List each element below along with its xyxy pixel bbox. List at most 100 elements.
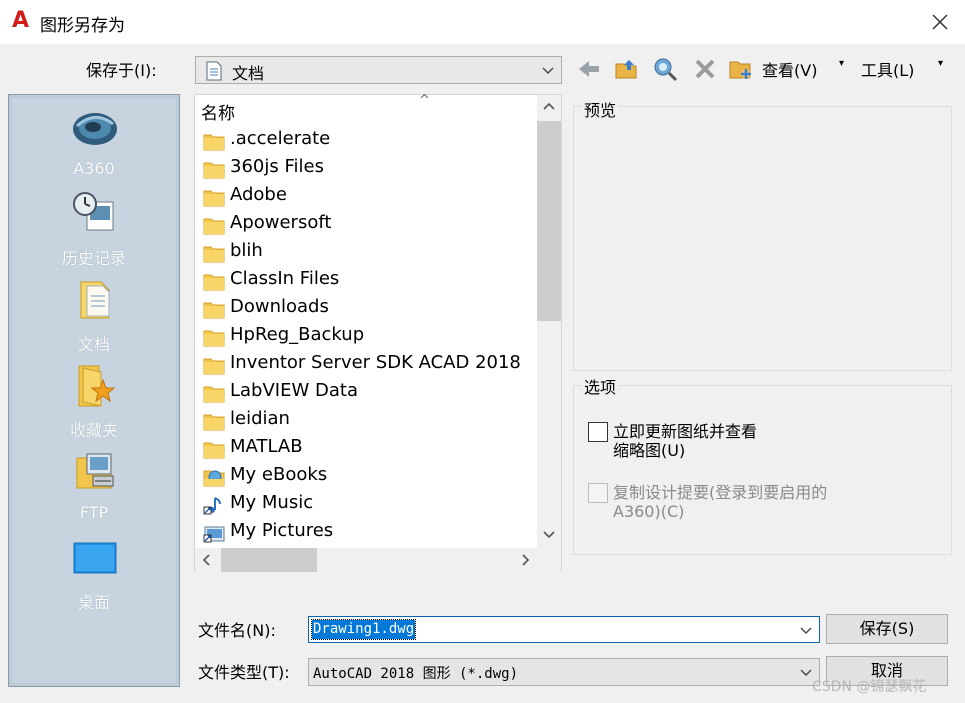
vertical-scrollbar[interactable] xyxy=(537,95,561,548)
scroll-left-icon[interactable] xyxy=(195,548,219,572)
documents-icon xyxy=(80,281,110,319)
copy-design-label: 复制设计提要(登录到要启用的 A360)(C) xyxy=(613,483,828,521)
place-ftp[interactable]: FTP xyxy=(12,446,176,532)
folder-icon xyxy=(203,386,225,403)
filetype-label: 文件类型(T): xyxy=(198,663,290,682)
save-button[interactable]: 保存(S) xyxy=(826,614,948,644)
copy-design-checkbox xyxy=(588,483,608,503)
place-desktop[interactable]: 桌面 xyxy=(12,532,176,618)
ebooks-folder-icon xyxy=(203,470,225,487)
pictures-shortcut-icon xyxy=(203,526,225,543)
location-dropdown[interactable]: 文档 xyxy=(195,56,562,84)
save-in-label: 保存于(I): xyxy=(86,61,157,80)
filetype-dropdown[interactable]: AutoCAD 2018 图形 (*.dwg) xyxy=(308,658,820,686)
scroll-up-icon[interactable] xyxy=(537,95,561,119)
new-folder-icon[interactable] xyxy=(728,56,754,82)
delete-icon[interactable] xyxy=(692,56,718,82)
up-folder-icon[interactable] xyxy=(614,56,640,82)
folder-icon xyxy=(203,190,225,207)
preview-title: 预览 xyxy=(582,97,619,121)
update-thumbnail-label[interactable]: 立即更新图纸并查看 缩略图(U) xyxy=(613,422,757,460)
column-header-name[interactable]: 名称 xyxy=(201,99,235,124)
favorites-icon xyxy=(78,365,116,407)
tools-dropdown-icon[interactable]: ▾ xyxy=(938,58,943,69)
options-title: 选项 xyxy=(582,374,619,398)
folder-icon xyxy=(203,218,225,235)
options-group xyxy=(573,385,952,555)
close-icon[interactable] xyxy=(926,8,954,36)
chevron-down-icon[interactable] xyxy=(799,623,813,637)
file-name: My eBooks xyxy=(230,464,328,485)
tools-menu[interactable]: 工具(L) xyxy=(861,57,914,81)
view-dropdown-icon[interactable]: ▾ xyxy=(839,58,844,69)
file-name: Downloads xyxy=(230,296,329,317)
list-item[interactable]: Adobe xyxy=(203,183,533,211)
filetype-value: AutoCAD 2018 图形 (*.dwg) xyxy=(313,666,519,682)
chevron-down-icon xyxy=(800,669,812,676)
scrollbar-corner xyxy=(537,548,561,572)
list-item[interactable]: My eBooks xyxy=(203,463,533,491)
folder-icon xyxy=(203,358,225,375)
list-item[interactable]: HpReg_Backup xyxy=(203,323,533,351)
file-name: My Music xyxy=(230,492,314,513)
sort-ascending-icon: ^ xyxy=(419,93,430,108)
folder-icon xyxy=(203,302,225,319)
update-thumbnail-checkbox[interactable] xyxy=(588,422,608,442)
scroll-right-icon[interactable] xyxy=(513,548,537,572)
desktop-icon xyxy=(73,542,117,574)
list-item[interactable]: ClassIn Files xyxy=(203,267,533,295)
vertical-scroll-thumb[interactable] xyxy=(537,121,561,321)
list-item[interactable]: My Music xyxy=(203,491,533,519)
title-bar: A 图形另存为 xyxy=(0,0,965,44)
folder-icon xyxy=(203,414,225,431)
file-name: Apowersoft xyxy=(230,212,332,233)
horizontal-scroll-thumb[interactable] xyxy=(221,548,317,572)
file-name: Adobe xyxy=(230,184,287,205)
location-value: 文档 xyxy=(232,64,265,83)
folder-icon xyxy=(203,134,225,151)
list-item[interactable]: Downloads xyxy=(203,295,533,323)
list-item[interactable]: LabVIEW Data xyxy=(203,379,533,407)
back-icon[interactable] xyxy=(576,56,602,82)
file-name: LabVIEW Data xyxy=(230,380,358,401)
file-name: Inventor Server SDK ACAD 2018 xyxy=(230,352,521,373)
list-item[interactable]: .accelerate xyxy=(203,127,533,155)
places-bar: A360 历史记录 文档 收藏夹 FTP 桌面 xyxy=(8,94,180,687)
list-item[interactable]: blih xyxy=(203,239,533,267)
filename-value: Drawing1.dwg xyxy=(310,619,417,640)
list-item[interactable]: My Pictures xyxy=(203,519,533,547)
file-name: My Pictures xyxy=(230,520,334,541)
history-icon xyxy=(73,192,114,231)
list-item[interactable]: leidian xyxy=(203,407,533,435)
filename-label: 文件名(N): xyxy=(198,621,276,640)
horizontal-scrollbar[interactable] xyxy=(195,548,537,572)
watermark: CSDN @锦瑟飘花 xyxy=(812,679,927,695)
place-a360[interactable]: A360 xyxy=(12,102,176,188)
document-icon xyxy=(206,61,222,81)
filename-input[interactable]: Drawing1.dwg xyxy=(308,616,820,643)
file-name: .accelerate xyxy=(230,128,331,149)
file-list[interactable]: 名称 ^ .accelerate 360js Files Adobe Apowerso… xyxy=(194,93,562,572)
list-item[interactable]: 360js Files xyxy=(203,155,533,183)
list-item[interactable]: Inventor Server SDK ACAD 2018 xyxy=(203,351,533,379)
folder-icon xyxy=(203,246,225,263)
file-name: leidian xyxy=(230,408,290,429)
search-web-icon[interactable] xyxy=(652,56,678,82)
file-name: ClassIn Files xyxy=(230,268,340,289)
folder-icon xyxy=(203,162,225,179)
place-history[interactable]: 历史记录 xyxy=(12,188,176,274)
folder-icon xyxy=(203,442,225,459)
place-documents[interactable]: 文档 xyxy=(12,274,176,360)
list-item[interactable]: MATLAB xyxy=(203,435,533,463)
scroll-down-icon[interactable] xyxy=(537,522,561,546)
list-item[interactable]: Apowersoft xyxy=(203,211,533,239)
file-name: 360js Files xyxy=(230,156,324,177)
autocad-logo-icon: A xyxy=(12,8,30,33)
file-name: MATLAB xyxy=(230,436,303,457)
window-title: 图形另存为 xyxy=(40,16,125,36)
music-shortcut-icon xyxy=(203,497,223,515)
place-favorites[interactable]: 收藏夹 xyxy=(12,360,176,446)
view-menu[interactable]: 查看(V) xyxy=(762,57,817,81)
folder-icon xyxy=(203,330,225,347)
file-name: blih xyxy=(230,240,263,261)
